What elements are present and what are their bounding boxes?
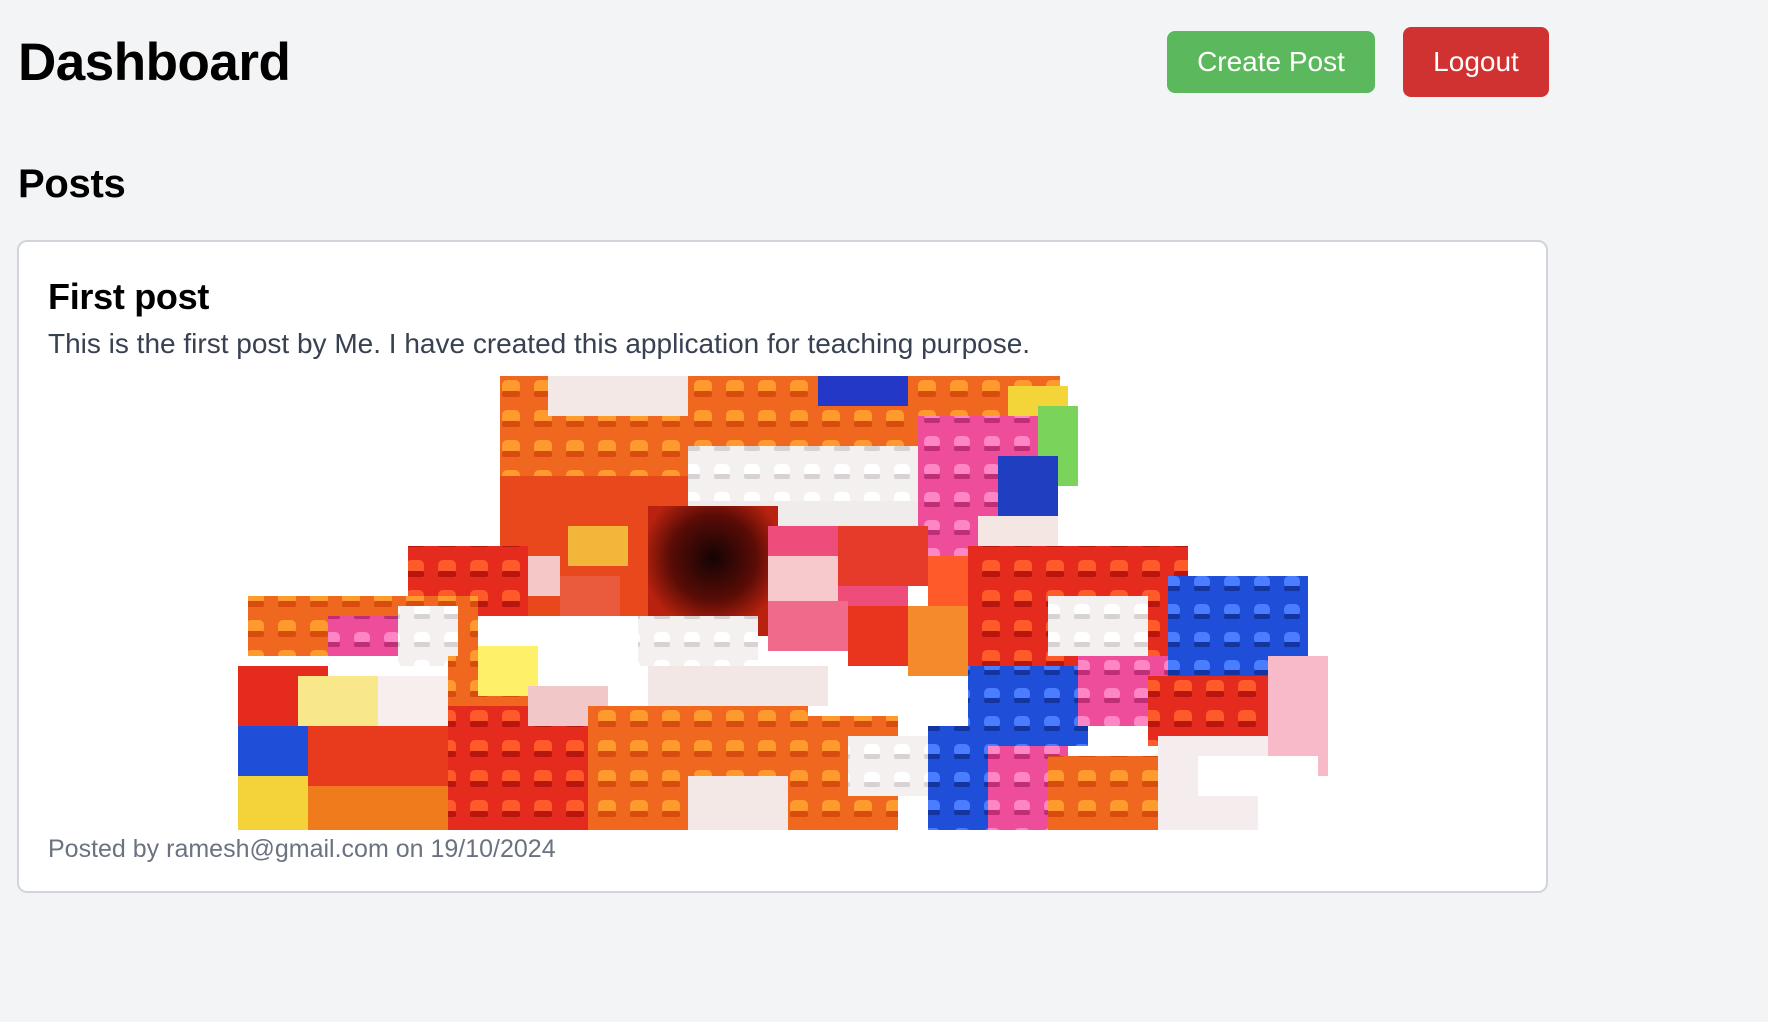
header: Dashboard Create Post Logout — [18, 26, 1549, 98]
logout-button[interactable]: Logout — [1403, 27, 1549, 97]
building-blocks-image — [48, 376, 1358, 830]
dashboard-page: Dashboard Create Post Logout Posts First… — [0, 0, 1768, 1022]
post-image — [48, 376, 1358, 830]
post-meta: Posted by ramesh@gmail.com on 19/10/2024 — [48, 835, 556, 863]
page-title: Dashboard — [18, 33, 291, 92]
post-card: First post This is the first post by Me.… — [17, 240, 1548, 893]
posts-heading: Posts — [18, 162, 126, 206]
post-body: This is the first post by Me. I have cre… — [48, 328, 1031, 359]
post-title: First post — [48, 276, 210, 317]
create-post-button[interactable]: Create Post — [1167, 31, 1375, 93]
